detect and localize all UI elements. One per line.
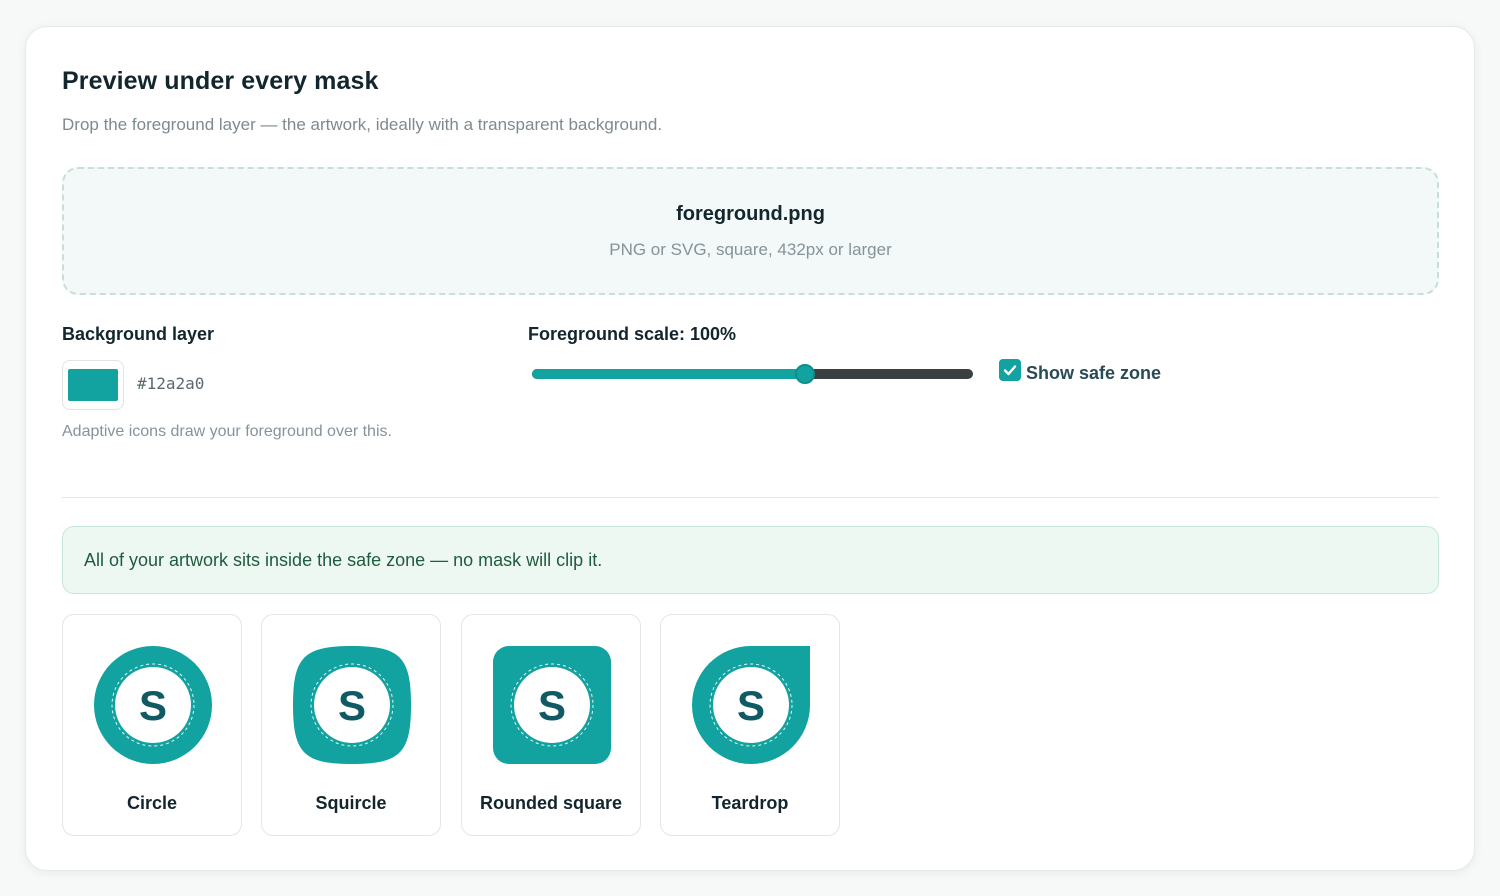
foreground-glyph: S [538, 682, 566, 729]
foreground-dropzone[interactable]: foreground.png PNG or SVG, square, 432px… [62, 167, 1439, 295]
checkmark-icon [1003, 365, 1017, 376]
background-color-picker[interactable] [62, 360, 124, 410]
foreground-scale-label: Foreground scale: 100% [528, 324, 737, 344]
mask-card-circle[interactable]: S Circle [62, 614, 242, 836]
dropzone-filename: foreground.png [676, 203, 825, 225]
safe-zone-notice: All of your artwork sits inside the safe… [62, 526, 1439, 594]
teardrop-mask-preview: S [692, 646, 810, 764]
section-divider [62, 497, 1439, 498]
rounded-square-mask-preview: S [493, 646, 611, 764]
mask-name-squircle: Squircle [315, 793, 387, 813]
squircle-mask-preview: S [293, 646, 411, 764]
foreground-glyph: S [139, 682, 167, 729]
mask-card-teardrop[interactable]: S Teardrop [660, 614, 840, 836]
background-layer-label: Background layer [62, 324, 215, 344]
slider-fill [532, 369, 806, 379]
mask-card-rounded-square[interactable]: S Rounded square [461, 614, 641, 836]
mask-name-rounded-square: Rounded square [479, 793, 622, 813]
background-hint: Adaptive icons draw your foreground over… [62, 423, 392, 440]
slider-thumb[interactable] [795, 364, 816, 384]
page-title: Preview under every mask [62, 67, 379, 95]
foreground-glyph: S [338, 682, 366, 729]
background-hex-value: #12a2a0 [137, 374, 205, 393]
background-color-swatch [68, 369, 118, 401]
mask-name-teardrop: Teardrop [711, 793, 789, 813]
show-safe-zone-label[interactable]: Show safe zone [1026, 363, 1161, 384]
foreground-scale-slider[interactable] [532, 364, 973, 384]
dropzone-hint: PNG or SVG, square, 432px or larger [609, 240, 892, 259]
notice-text: All of your artwork sits inside the safe… [84, 549, 603, 570]
page-subtitle: Drop the foreground layer — the artwork,… [62, 115, 663, 134]
mask-name-circle: Circle [126, 793, 178, 813]
foreground-glyph: S [737, 682, 765, 729]
preview-card: Preview under every mask Drop the foregr… [25, 26, 1475, 871]
circle-mask-preview: S [94, 646, 212, 764]
show-safe-zone-checkbox[interactable] [999, 359, 1021, 381]
mask-card-squircle[interactable]: S Squircle [261, 614, 441, 836]
